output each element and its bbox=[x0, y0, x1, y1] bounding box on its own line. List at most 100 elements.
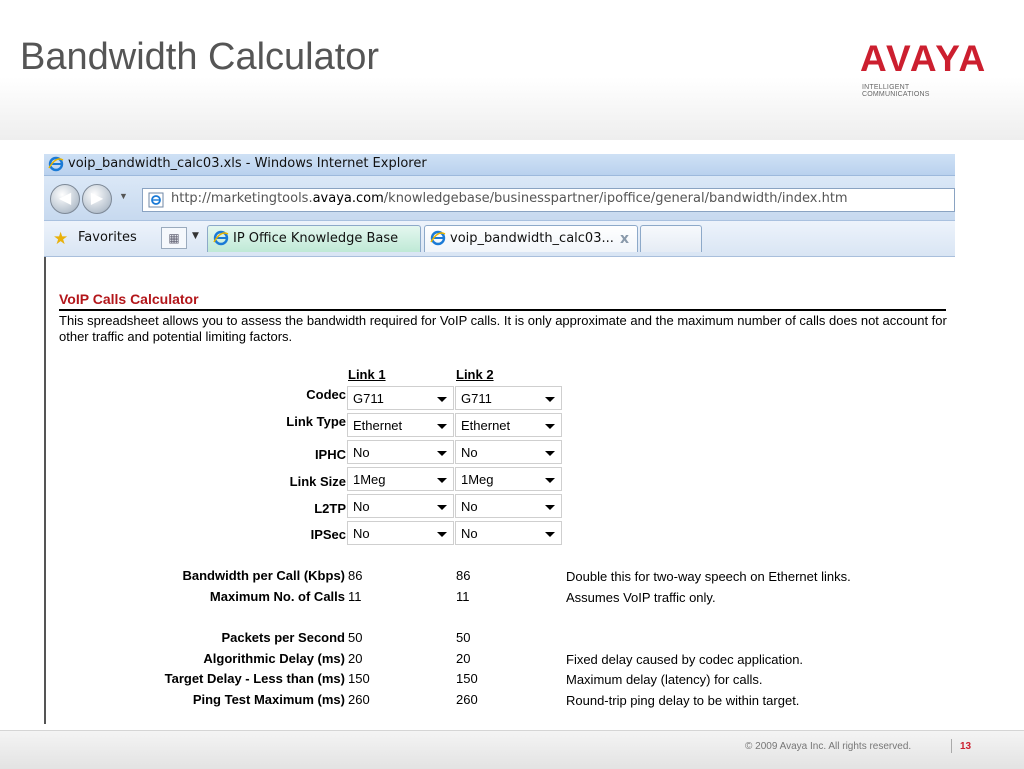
browser-title-bar: voip_bandwidth_calc03.xls - Windows Inte… bbox=[44, 154, 955, 176]
chevron-down-icon bbox=[437, 424, 447, 429]
select-value: Ethernet bbox=[353, 418, 403, 433]
result-link2-max-calls: 11 bbox=[456, 589, 470, 604]
column-header-link-2: Link 2 bbox=[456, 367, 494, 382]
result-label-max-calls: Maximum No. of Calls bbox=[209, 589, 345, 604]
result-note-max-calls: Assumes VoIP traffic only. bbox=[566, 590, 716, 605]
page-icon bbox=[148, 192, 164, 208]
url-path: /knowledgebase/businesspartner/ipoffice/… bbox=[383, 191, 848, 206]
link2-l2tp-select[interactable]: No bbox=[455, 494, 562, 518]
link2-link-type-select[interactable]: Ethernet bbox=[455, 413, 562, 437]
result-link1-max-calls: 11 bbox=[348, 589, 362, 604]
select-value: No bbox=[461, 445, 478, 460]
copyright-notice: © 2009 Avaya Inc. All rights reserved. bbox=[745, 741, 912, 752]
select-value: G711 bbox=[461, 391, 492, 406]
select-value: No bbox=[353, 526, 370, 541]
select-value: No bbox=[461, 499, 478, 514]
calculator-description: This spreadsheet allows you to assess th… bbox=[59, 313, 947, 344]
back-button[interactable]: ◀ bbox=[50, 184, 80, 214]
chevron-down-icon bbox=[545, 451, 555, 456]
link1-link-type-select[interactable]: Ethernet bbox=[347, 413, 454, 437]
chevron-down-icon bbox=[545, 532, 555, 537]
setting-label-link-type: Link Type bbox=[286, 414, 346, 429]
select-value: 1Meg bbox=[461, 472, 494, 487]
column-header-link-1: Link 1 bbox=[348, 367, 386, 382]
result-link2-packets-per-second: 50 bbox=[456, 630, 471, 645]
chevron-down-icon bbox=[437, 532, 447, 537]
calculator-title: VoIP Calls Calculator bbox=[59, 291, 199, 307]
tab-label: IP Office Knowledge Base bbox=[233, 231, 399, 246]
chevron-down-icon bbox=[437, 451, 447, 456]
link1-codec-select[interactable]: G711 bbox=[347, 386, 454, 410]
title-divider bbox=[59, 309, 946, 311]
chevron-down-icon bbox=[437, 397, 447, 402]
page-content: VoIP Calls Calculator This spreadsheet a… bbox=[44, 257, 957, 724]
favorites-button[interactable]: Favorites bbox=[78, 230, 137, 245]
select-value: Ethernet bbox=[461, 418, 511, 433]
slide-title: Bandwidth Calculator bbox=[20, 36, 380, 78]
select-value: No bbox=[353, 499, 370, 514]
link2-codec-select[interactable]: G711 bbox=[455, 386, 562, 410]
avaya-logo: AVAYA INTELLIGENT COMMUNICATIONS bbox=[860, 38, 988, 99]
link2-iphc-select[interactable]: No bbox=[455, 440, 562, 464]
url-domain: avaya.com bbox=[312, 191, 384, 206]
chevron-down-icon bbox=[545, 505, 555, 510]
new-tab-button[interactable] bbox=[640, 225, 702, 252]
select-value: No bbox=[461, 526, 478, 541]
chevron-down-icon bbox=[545, 424, 555, 429]
logo-tagline: INTELLIGENT COMMUNICATIONS bbox=[862, 84, 930, 98]
browser-window: voip_bandwidth_calc03.xls - Windows Inte… bbox=[44, 154, 955, 724]
result-link1-target-delay: 150 bbox=[348, 671, 370, 686]
result-label-target-delay: Target Delay - Less than (ms) bbox=[164, 671, 345, 686]
select-value: 1Meg bbox=[353, 472, 386, 487]
tab-ip-office-knowledge-base[interactable]: IP Office Knowledge Base bbox=[207, 225, 421, 252]
select-value: G711 bbox=[353, 391, 384, 406]
chevron-down-icon bbox=[545, 478, 555, 483]
favorites-star-icon[interactable]: ★ bbox=[53, 229, 68, 249]
result-link1-packets-per-second: 50 bbox=[348, 630, 363, 645]
setting-label-link-size: Link Size bbox=[289, 474, 346, 489]
url-prefix: http://marketingtools. bbox=[171, 191, 313, 206]
slide-footer: © 2009 Avaya Inc. All rights reserved. 1… bbox=[0, 730, 1024, 769]
result-link1-bandwidth-per-call: 86 bbox=[348, 568, 363, 583]
result-note-ping-test-max: Round-trip ping delay to be within targe… bbox=[566, 693, 800, 708]
result-note-bandwidth-per-call: Double this for two-way speech on Ethern… bbox=[566, 569, 851, 584]
tab-voip-bandwidth-calc[interactable]: voip_bandwidth_calc03... x bbox=[424, 225, 638, 252]
quick-tabs-icon[interactable]: ▦ bbox=[161, 227, 187, 249]
internet-explorer-icon bbox=[213, 230, 229, 246]
link2-ipsec-select[interactable]: No bbox=[455, 521, 562, 545]
result-link2-target-delay: 150 bbox=[456, 671, 478, 686]
close-tab-icon[interactable]: x bbox=[620, 226, 629, 252]
link1-ipsec-select[interactable]: No bbox=[347, 521, 454, 545]
internet-explorer-icon bbox=[48, 156, 64, 172]
setting-label-codec: Codec bbox=[306, 387, 346, 402]
setting-label-iphc: IPHC bbox=[314, 447, 346, 462]
link2-link-size-select[interactable]: 1Meg bbox=[455, 467, 562, 491]
link1-link-size-select[interactable]: 1Meg bbox=[347, 467, 454, 491]
address-bar-area: ◀ ▶ ▼ http://marketingtools.avaya.com/kn… bbox=[44, 176, 955, 221]
chevron-down-icon bbox=[437, 478, 447, 483]
window-title: voip_bandwidth_calc03.xls - Windows Inte… bbox=[68, 156, 427, 171]
tab-label: voip_bandwidth_calc03... bbox=[450, 231, 614, 246]
footer-divider bbox=[951, 739, 952, 753]
tab-list-dropdown-icon[interactable]: ▼ bbox=[192, 231, 199, 241]
link1-iphc-select[interactable]: No bbox=[347, 440, 454, 464]
forward-button[interactable]: ▶ bbox=[82, 184, 112, 214]
chevron-down-icon bbox=[545, 397, 555, 402]
history-dropdown-icon[interactable]: ▼ bbox=[119, 191, 128, 201]
slide-header: Bandwidth Calculator AVAYA INTELLIGENT C… bbox=[0, 0, 1024, 140]
favorites-bar: ★ Favorites ▦ ▼ IP Office Knowledge Base… bbox=[44, 221, 955, 257]
internet-explorer-icon bbox=[430, 230, 446, 246]
result-note-target-delay: Maximum delay (latency) for calls. bbox=[566, 672, 763, 687]
chevron-down-icon bbox=[437, 505, 447, 510]
result-link2-ping-test-max: 260 bbox=[456, 692, 478, 707]
address-input[interactable]: http://marketingtools.avaya.com/knowledg… bbox=[142, 188, 955, 212]
result-note-algorithmic-delay: Fixed delay caused by codec application. bbox=[566, 652, 804, 667]
url-text: http://marketingtools.avaya.com/knowledg… bbox=[171, 191, 848, 206]
link1-l2tp-select[interactable]: No bbox=[347, 494, 454, 518]
result-link2-algorithmic-delay: 20 bbox=[456, 651, 471, 666]
result-link1-algorithmic-delay: 20 bbox=[348, 651, 363, 666]
setting-label-ipsec: IPSec bbox=[310, 527, 346, 542]
setting-label-l2tp: L2TP bbox=[314, 501, 346, 516]
result-link1-ping-test-max: 260 bbox=[348, 692, 370, 707]
logo-wordmark: AVAYA bbox=[860, 38, 988, 79]
